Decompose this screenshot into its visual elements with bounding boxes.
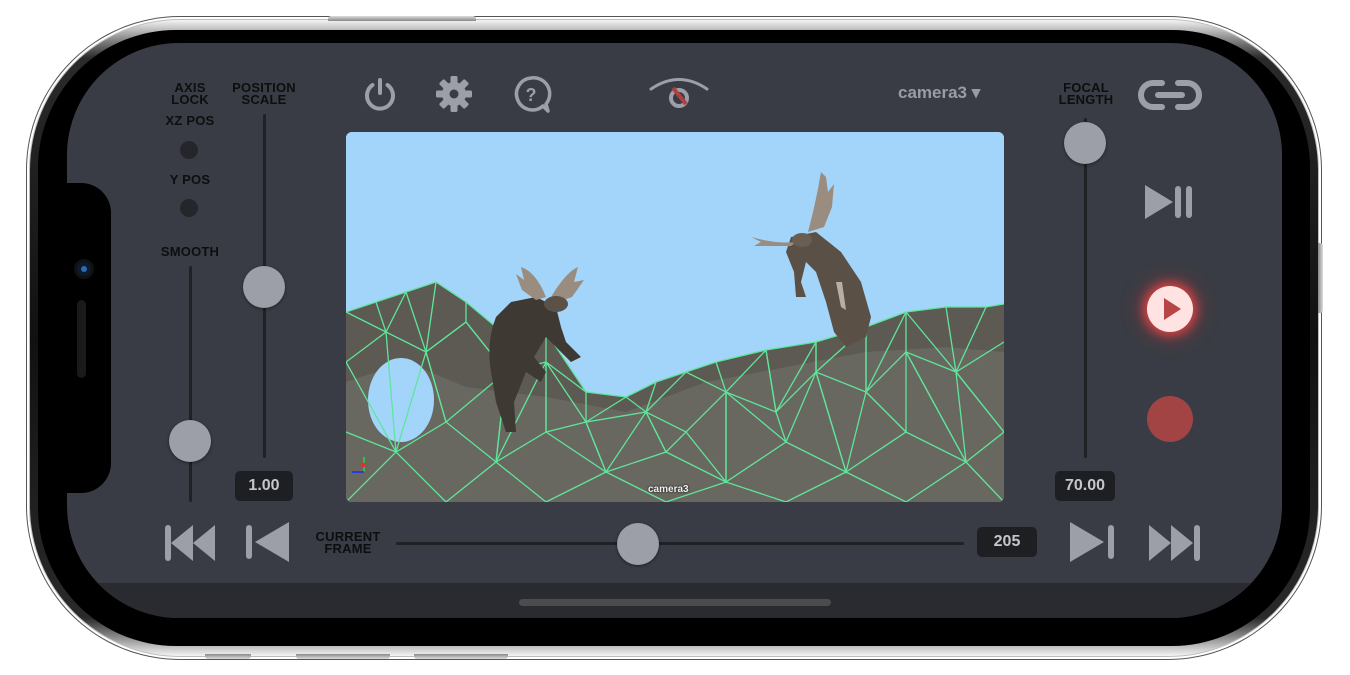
previous-frame-icon[interactable] — [245, 521, 291, 563]
record-button[interactable] — [1147, 396, 1193, 442]
link-icon[interactable] — [1136, 78, 1204, 112]
focal-length-slider-track[interactable] — [1084, 118, 1087, 458]
xz-pos-label: XZ POS — [165, 113, 215, 128]
camera-select-dropdown[interactable]: camera3 ▾ — [898, 83, 980, 103]
y-pos-label: Y POS — [169, 172, 211, 187]
viewport-scene — [346, 132, 1004, 502]
phone-side-button — [205, 654, 251, 659]
phone-side-button — [328, 16, 476, 21]
phone-side-button — [296, 654, 390, 659]
focal-length-slider-thumb[interactable] — [1064, 122, 1106, 164]
smooth-slider-thumb[interactable] — [169, 420, 211, 462]
y-pos-toggle[interactable] — [180, 199, 198, 217]
current-frame-label: CURRENT FRAME — [315, 529, 381, 556]
skip-to-end-icon[interactable] — [1147, 523, 1203, 563]
viewport-camera-label: camera3 — [648, 484, 689, 495]
skip-to-start-icon[interactable] — [163, 523, 219, 563]
focal-length-label: FOCAL LENGTH — [1058, 80, 1114, 107]
focal-length-value[interactable]: 70.00 — [1055, 471, 1115, 501]
phone-side-button — [414, 654, 508, 659]
play-pause-step-icon[interactable] — [1143, 183, 1197, 221]
xz-pos-toggle[interactable] — [180, 141, 198, 159]
position-scale-slider-thumb[interactable] — [243, 266, 285, 308]
axis-lock-label: AXIS LOCK — [171, 80, 209, 107]
gear-icon[interactable] — [434, 74, 474, 114]
frame-slider-track[interactable] — [396, 542, 964, 545]
smooth-label: SMOOTH — [160, 244, 220, 259]
smooth-slider-track[interactable] — [189, 266, 192, 502]
position-scale-label: POSITION SCALE — [232, 80, 296, 107]
help-chat-icon[interactable]: ? — [510, 74, 552, 116]
terrain-hole — [368, 358, 434, 442]
current-frame-value[interactable]: 205 — [977, 527, 1037, 557]
front-camera — [77, 262, 91, 276]
next-frame-icon[interactable] — [1069, 521, 1115, 563]
frame-slider-thumb[interactable] — [617, 523, 659, 565]
phone-side-button — [1318, 243, 1323, 313]
power-icon[interactable] — [360, 74, 400, 114]
home-indicator[interactable] — [519, 599, 831, 606]
position-scale-value[interactable]: 1.00 — [235, 471, 293, 501]
notch — [67, 183, 111, 493]
play-icon — [1164, 298, 1181, 320]
eye-hidden-icon[interactable] — [648, 76, 710, 112]
3d-viewport[interactable]: camera3 — [346, 132, 1004, 502]
earpiece-speaker — [77, 300, 86, 378]
play-button[interactable] — [1147, 286, 1193, 332]
svg-text:?: ? — [526, 85, 537, 105]
